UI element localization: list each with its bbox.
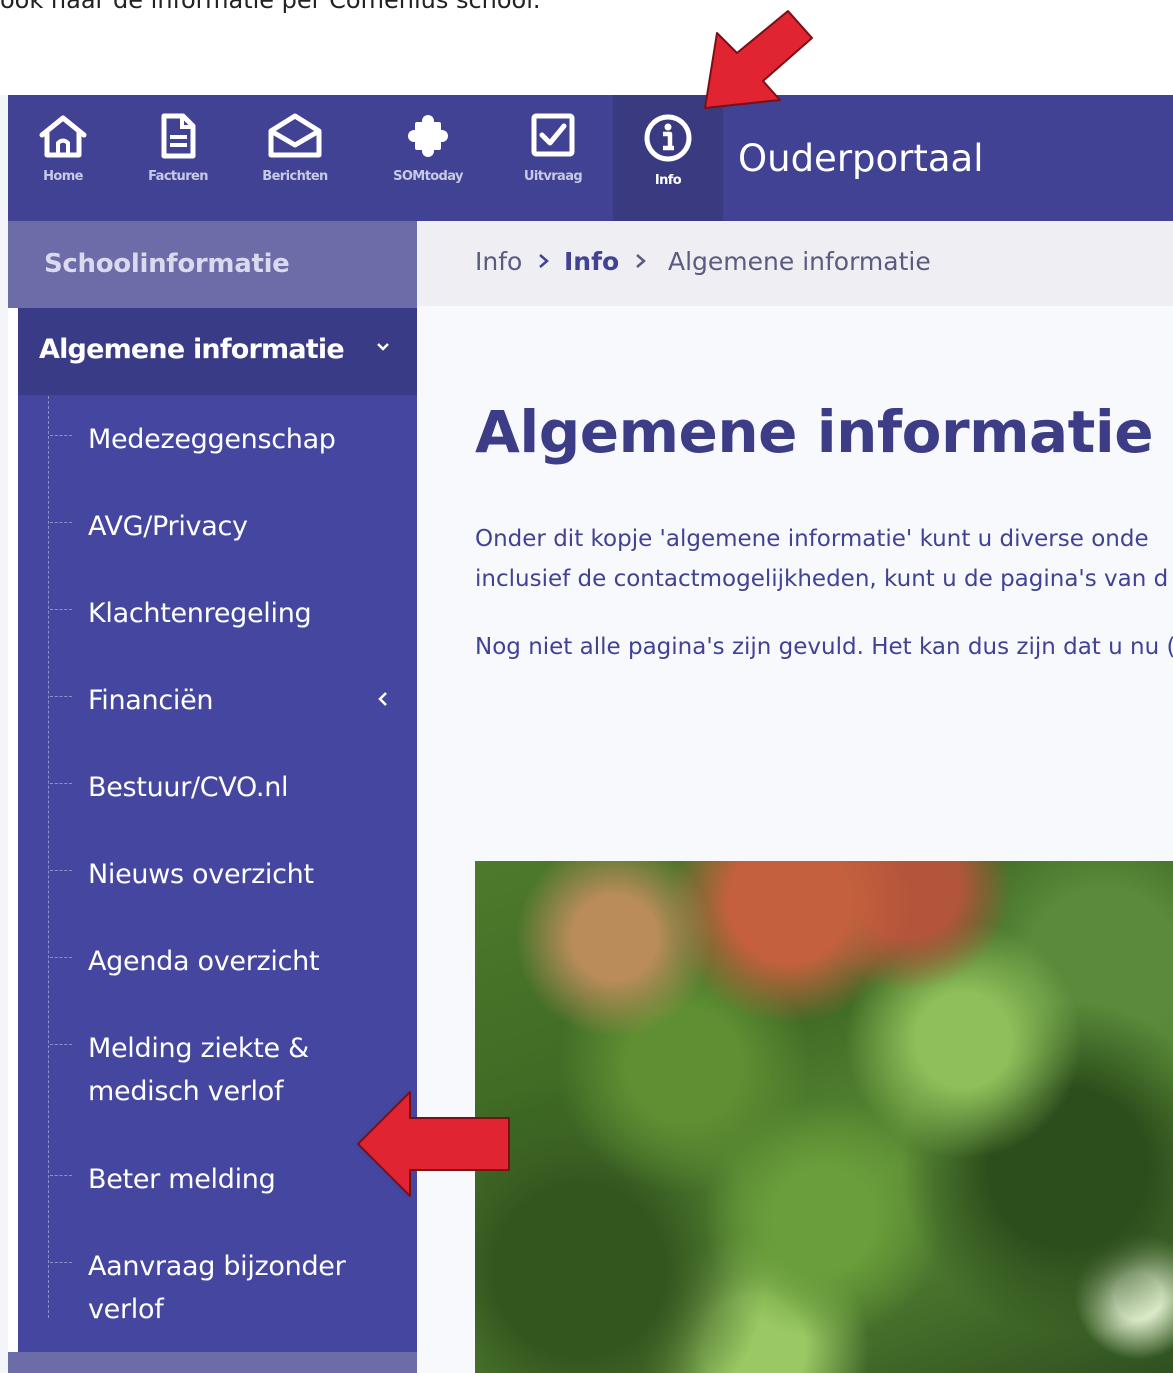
frame-edge — [0, 95, 8, 1373]
nav-info[interactable]: Info — [613, 95, 723, 221]
envelope-icon — [268, 113, 322, 158]
tree-line — [48, 396, 49, 1318]
nav-label-somtoday: SOMtoday — [393, 169, 463, 184]
app-title: Ouderportaal — [738, 137, 984, 180]
intro-text-paragraph-2: Nog niet alle pagina's zijn gevuld. Het … — [475, 634, 1173, 660]
annotation-arrow-top-icon — [704, 10, 813, 109]
chevron-right-icon — [539, 254, 549, 268]
nav-label-uitvraag: Uitvraag — [523, 169, 583, 184]
chevron-left-icon — [378, 692, 387, 706]
nav-label-facturen: Facturen — [148, 169, 208, 184]
annotation-arrow-left-icon — [357, 1091, 510, 1197]
puzzle-icon — [408, 115, 448, 157]
nav-label-info: Info — [654, 173, 682, 188]
breadcrumb: Info Info Algemene informatie — [417, 221, 1173, 306]
breadcrumb-info[interactable]: Info — [564, 247, 619, 276]
sidebar-footer — [8, 1352, 417, 1373]
main-content: Algemene informatie Onder dit kopje 'alg… — [417, 306, 1173, 1373]
info-icon — [644, 114, 692, 162]
sidebar-active-label: Algemene informatie — [39, 334, 345, 365]
chevron-right-icon — [636, 254, 646, 268]
intro-text-line-2: inclusief de contactmogelijkheden, kunt … — [475, 566, 1169, 592]
nav-label-berichten: Berichten — [262, 169, 328, 184]
home-icon — [39, 115, 87, 158]
nav-uitvraag[interactable]: Uitvraag — [498, 95, 608, 221]
nav-label-home: Home — [43, 169, 83, 184]
nav-berichten[interactable]: Berichten — [240, 95, 350, 221]
caption-text: ook naar de informatie per Comenius scho… — [0, 0, 541, 14]
nav-somtoday[interactable]: SOMtoday — [373, 95, 483, 221]
sidebar-item-algemene-informatie[interactable]: Algemene informatie — [18, 308, 417, 395]
breadcrumb-info-root[interactable]: Info — [475, 247, 522, 276]
document-icon — [161, 113, 196, 159]
top-navigation-bar: Home Facturen Berichten SOMtoday Uitvraa… — [8, 95, 1173, 221]
nav-home[interactable]: Home — [8, 95, 118, 221]
intro-text-line-1: Onder dit kopje 'algemene informatie' ku… — [475, 526, 1149, 552]
sidebar: Algemene informatie Medezeggenschap AVG/… — [18, 308, 417, 1373]
school-photo — [475, 861, 1173, 1373]
checkbox-icon — [531, 113, 575, 157]
sidebar-header[interactable]: Schoolinformatie — [8, 221, 417, 308]
breadcrumb-current: Algemene informatie — [668, 247, 931, 276]
nav-facturen[interactable]: Facturen — [123, 95, 233, 221]
chevron-down-icon — [377, 343, 389, 351]
page-title: Algemene informatie — [475, 398, 1154, 466]
